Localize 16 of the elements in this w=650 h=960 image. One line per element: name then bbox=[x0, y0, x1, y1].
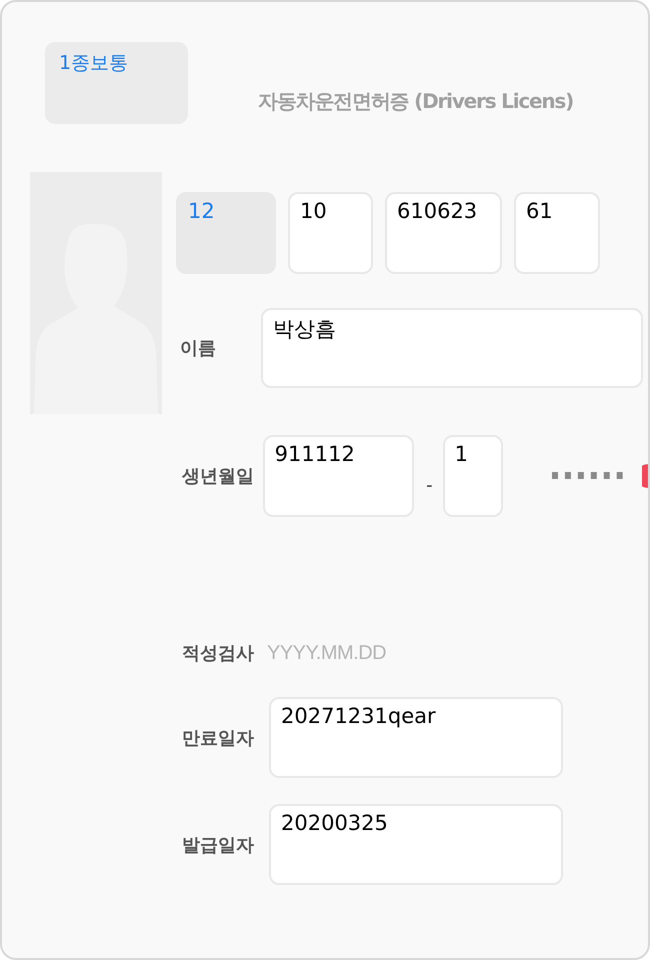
gender-digit-field[interactable]: 1 bbox=[442, 435, 504, 517]
issue-date-field[interactable]: 20200325 bbox=[269, 804, 563, 885]
expiry-date-field[interactable]: 20271231qear bbox=[269, 697, 563, 778]
aptitude-test-label: 적성검사 bbox=[181, 642, 255, 665]
name-label: 이름 bbox=[179, 337, 217, 360]
issue-date-label: 발급일자 bbox=[181, 834, 255, 856]
license-number-field[interactable]: 61 bbox=[514, 192, 600, 274]
aptitude-test-field[interactable]: YYYY.MM.DD bbox=[267, 642, 427, 664]
birth-date-field[interactable]: 911112 bbox=[262, 435, 414, 517]
separator: - bbox=[426, 474, 433, 496]
card-title: 자동차운전면허증 (Drivers Licens) bbox=[258, 88, 574, 115]
license-number-field[interactable]: 10 bbox=[288, 192, 373, 274]
expiry-date-label: 만료일자 bbox=[181, 726, 255, 750]
name-field[interactable]: 박상흠 bbox=[261, 308, 643, 388]
license-number-field[interactable]: 610623 bbox=[385, 192, 502, 274]
birth-date-label: 생년월일 bbox=[181, 465, 255, 488]
